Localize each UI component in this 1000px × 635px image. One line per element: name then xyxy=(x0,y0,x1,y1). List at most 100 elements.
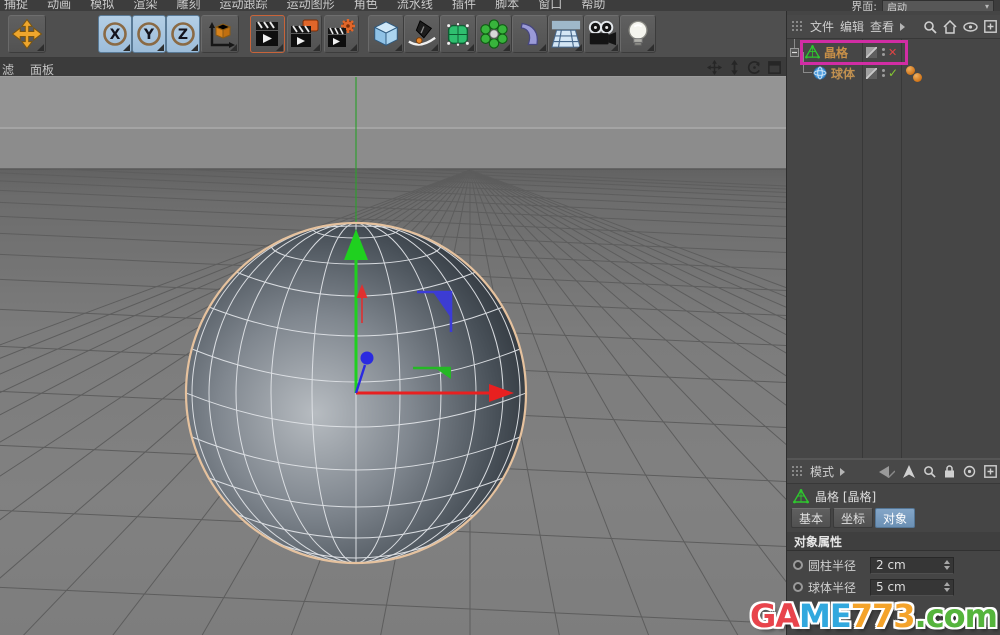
render-view-button[interactable] xyxy=(250,15,285,53)
stepper-arrows-icon[interactable] xyxy=(944,557,950,573)
render-settings-button[interactable] xyxy=(324,15,359,53)
target-icon[interactable] xyxy=(963,465,976,478)
menu-item[interactable]: 模拟 xyxy=(90,0,114,11)
move-tool-button[interactable] xyxy=(8,15,46,53)
lock-z-axis-button[interactable]: Z xyxy=(166,15,200,53)
phong-tag-icon[interactable] xyxy=(913,73,922,82)
viewport-zoom-icon[interactable] xyxy=(727,60,742,75)
viewport-menu-panel[interactable]: 面板 xyxy=(30,61,54,78)
menu-item[interactable]: 脚本 xyxy=(495,0,519,11)
floor-icon xyxy=(551,20,581,48)
viewport-canvas[interactable] xyxy=(0,77,786,635)
tab-coordinates[interactable]: 坐标 xyxy=(833,508,874,528)
svg-text:Y: Y xyxy=(143,27,155,43)
viewport-toggle-layout-icon[interactable] xyxy=(767,60,782,75)
main-menu-bar: 捕捉 动画 模拟 渲染 雕刻 运动跟踪 运动图形 角色 流水线 插件 脚本 窗口… xyxy=(0,0,1000,11)
lattice-object-icon xyxy=(793,488,809,503)
cursor-arrow-icon[interactable] xyxy=(903,465,915,478)
keyframe-circle-icon[interactable] xyxy=(793,560,803,570)
render-picture-viewer-button[interactable] xyxy=(287,15,322,53)
selected-object-title: 晶格 [晶格] xyxy=(815,489,877,504)
lock-icon[interactable] xyxy=(944,465,955,478)
interface-layout-dropdown[interactable]: 启动 ▾ xyxy=(882,0,994,11)
menu-item[interactable]: 帮助 xyxy=(581,0,605,11)
panel-grip-icon[interactable] xyxy=(791,465,804,478)
add-environment-floor-button[interactable] xyxy=(548,15,584,53)
menu-item[interactable]: 运动图形 xyxy=(287,0,335,11)
object-manager-tree[interactable]: 晶格 ✕ 球体 ✓ xyxy=(787,39,1000,458)
deformer-icon xyxy=(520,22,538,46)
tab-object[interactable]: 对象 xyxy=(875,508,916,528)
om-menu-file[interactable]: 文件 xyxy=(810,18,834,35)
add-camera-button[interactable] xyxy=(584,15,620,53)
menu-item[interactable]: 角色 xyxy=(354,0,378,11)
home-icon[interactable] xyxy=(943,19,957,34)
add-mograph-button[interactable] xyxy=(476,15,512,53)
add-deformer-button[interactable] xyxy=(512,15,548,53)
viewport-rotate-icon[interactable] xyxy=(747,60,762,75)
cylinder-radius-input[interactable]: 2 cm xyxy=(870,556,954,574)
menu-item[interactable]: 雕刻 xyxy=(176,0,200,11)
stepper-arrows-icon[interactable] xyxy=(944,579,950,595)
search-icon[interactable] xyxy=(923,465,936,478)
render-view-icon xyxy=(255,21,278,46)
sphere-radius-input[interactable]: 5 cm xyxy=(870,578,954,596)
enable-toggle-on-icon[interactable]: ✓ xyxy=(888,66,898,80)
svg-text:X: X xyxy=(110,27,121,43)
gizmo-z-handle[interactable] xyxy=(360,351,374,365)
object-row-sphere[interactable]: 球体 ✓ xyxy=(787,63,1000,83)
coordinate-system-button[interactable] xyxy=(201,15,239,53)
site-watermark: GAME773.com xyxy=(750,597,998,635)
add-spline-pen-button[interactable] xyxy=(404,15,440,53)
render-picture-icon xyxy=(290,19,318,47)
add-subdivision-surface-button[interactable] xyxy=(440,15,476,53)
render-settings-gear-icon xyxy=(327,19,355,47)
svg-text:Z: Z xyxy=(178,27,188,43)
lock-y-axis-button[interactable]: Y xyxy=(132,15,166,53)
viewport-pan-icon[interactable] xyxy=(707,60,722,75)
layer-toggle-icon[interactable] xyxy=(866,67,877,79)
tab-basic[interactable]: 基本 xyxy=(791,508,832,528)
attribute-tabs: 基本 坐标 对象 xyxy=(791,508,916,528)
viewport-menu-filter[interactable]: 滤 xyxy=(2,61,14,78)
menu-item[interactable]: 流水线 xyxy=(397,0,433,11)
menu-item[interactable]: 插件 xyxy=(452,0,476,11)
eye-icon[interactable] xyxy=(963,21,978,33)
add-panel-icon[interactable] xyxy=(984,20,997,33)
history-back-icon[interactable] xyxy=(879,465,895,478)
menu-item[interactable]: 捕捉 xyxy=(4,0,28,11)
am-menu-mode[interactable]: 模式 xyxy=(810,463,834,480)
menu-item[interactable]: 窗口 xyxy=(538,0,562,11)
submenu-arrow-icon[interactable] xyxy=(840,467,846,476)
menu-item[interactable]: 渲染 xyxy=(133,0,157,11)
move-icon xyxy=(11,18,43,50)
menu-item[interactable]: 运动跟踪 xyxy=(220,0,268,11)
viewport-menubar: 滤 面板 xyxy=(0,58,786,77)
watermark-segment: ME xyxy=(799,597,852,635)
object-properties-section-header[interactable]: 对象属性 xyxy=(787,532,1000,551)
property-row-sphere-radius: 球体半径 5 cm xyxy=(787,577,1000,597)
menu-item[interactable]: 动画 xyxy=(47,0,71,11)
watermark-segment: .com xyxy=(914,597,998,635)
object-name-sphere[interactable]: 球体 xyxy=(831,65,855,82)
menu-overflow-arrow-icon[interactable] xyxy=(900,22,906,31)
attribute-manager-header: 模式 xyxy=(787,460,1000,484)
property-label: 球体半径 xyxy=(808,580,857,595)
keyframe-circle-icon[interactable] xyxy=(793,582,803,592)
om-menu-edit[interactable]: 编辑 xyxy=(840,18,864,35)
visibility-dots-icon[interactable] xyxy=(882,69,885,77)
mograph-flower-icon xyxy=(480,19,508,49)
add-primitive-cube-button[interactable] xyxy=(368,15,404,53)
lock-x-axis-button[interactable]: X xyxy=(98,15,132,53)
add-light-button[interactable] xyxy=(620,15,656,53)
interface-label: 界面: xyxy=(851,0,877,11)
panel-grip-icon[interactable] xyxy=(791,20,804,33)
sky-band-line xyxy=(0,127,786,129)
om-menu-view[interactable]: 查看 xyxy=(870,18,894,35)
tree-collapse-icon[interactable] xyxy=(790,47,799,57)
property-row-cylinder-radius: 圆柱半径 2 cm xyxy=(787,555,1000,575)
annotation-highlight-box xyxy=(800,40,908,65)
add-panel-icon[interactable] xyxy=(984,465,997,478)
search-icon[interactable] xyxy=(923,20,937,34)
viewport-3d[interactable] xyxy=(0,77,786,635)
